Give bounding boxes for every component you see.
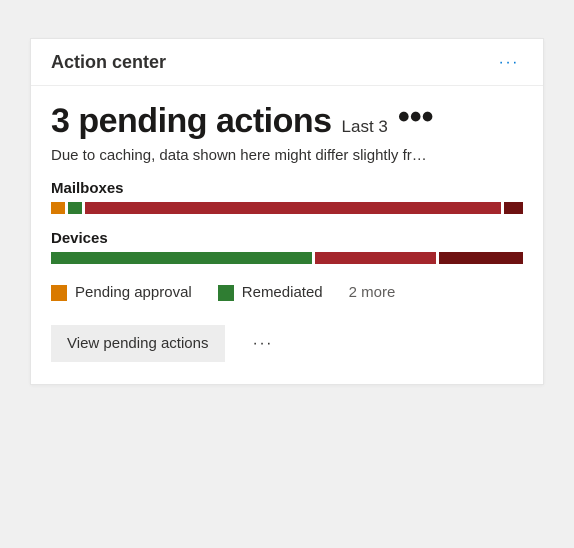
bar-segment <box>315 252 436 264</box>
bar-devices <box>51 252 523 264</box>
bar-segment <box>68 202 82 214</box>
action-center-card: Action center ··· 3 pending actions Last… <box>30 38 544 385</box>
headline-text: 3 pending actions <box>51 102 332 141</box>
card-more-icon[interactable]: ··· <box>495 55 523 71</box>
view-pending-actions-button[interactable]: View pending actions <box>51 325 225 362</box>
timerange-label: Last 3 <box>342 117 388 137</box>
bar-mailboxes <box>51 202 523 214</box>
legend: Pending approval Remediated 2 more <box>51 284 523 301</box>
legend-more[interactable]: 2 more <box>349 284 396 301</box>
legend-swatch <box>51 285 67 301</box>
card-body: 3 pending actions Last 3 ••• Due to cach… <box>31 86 543 384</box>
card-header: Action center ··· <box>31 39 543 86</box>
legend-item: Pending approval <box>51 284 192 301</box>
bar-segment <box>85 202 502 214</box>
caching-caption: Due to caching, data shown here might di… <box>51 147 523 164</box>
legend-label: Remediated <box>242 284 323 301</box>
legend-item: Remediated <box>218 284 323 301</box>
bar-segment <box>51 252 312 264</box>
legend-swatch <box>218 285 234 301</box>
bar-segment <box>51 202 65 214</box>
footer-row: View pending actions ··· <box>51 325 523 362</box>
headline-row: 3 pending actions Last 3 ••• <box>51 102 523 141</box>
legend-label: Pending approval <box>75 284 192 301</box>
bar-segment <box>504 202 523 214</box>
section-label-mailboxes: Mailboxes <box>51 180 523 197</box>
section-label-devices: Devices <box>51 230 523 247</box>
card-title: Action center <box>51 52 166 73</box>
bar-segment <box>439 252 523 264</box>
footer-more-icon[interactable]: ··· <box>253 340 273 348</box>
